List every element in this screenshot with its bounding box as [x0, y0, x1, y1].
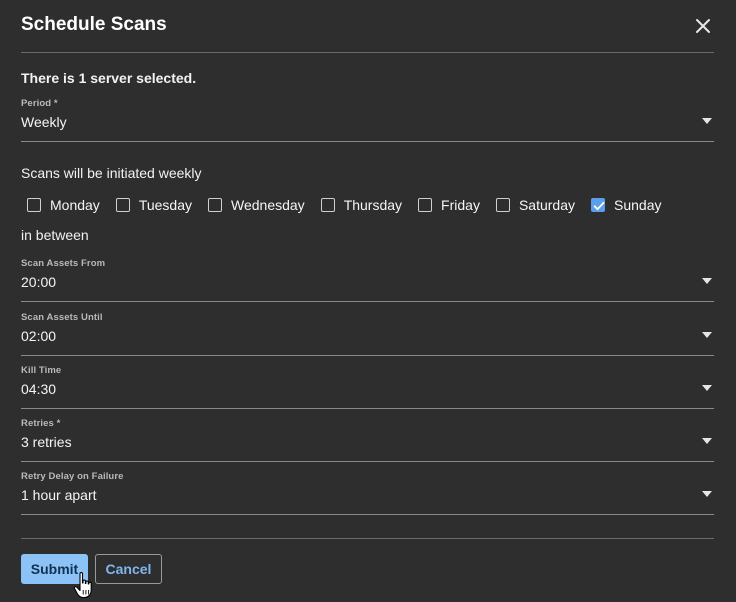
schedule-description: Scans will be initiated weekly: [21, 165, 202, 181]
retry-delay-select[interactable]: Retry Delay on Failure 1 hour apart: [21, 471, 714, 515]
retries-select[interactable]: Retries * 3 retries: [21, 418, 714, 462]
checkbox-unchecked-icon: [115, 198, 130, 212]
scan-until-underline: [21, 355, 714, 356]
kill-time-underline: [21, 408, 714, 409]
scan-until-label: Scan Assets Until: [21, 312, 103, 323]
retry-delay-label: Retry Delay on Failure: [21, 471, 124, 482]
close-button[interactable]: [692, 15, 714, 37]
caret-down-icon: [702, 332, 712, 338]
day-label: Saturday: [518, 197, 575, 213]
day-label: Wednesday: [231, 197, 305, 213]
kill-time-select[interactable]: Kill Time 04:30: [21, 365, 714, 409]
caret-down-icon: [702, 438, 712, 444]
day-checkbox-wednesday[interactable]: Wednesday: [208, 197, 305, 213]
day-checkbox-monday[interactable]: Monday: [27, 197, 100, 213]
caret-down-icon: [702, 118, 712, 124]
cancel-button[interactable]: Cancel: [95, 554, 162, 584]
caret-down-icon: [702, 385, 712, 391]
day-label: Sunday: [614, 197, 662, 213]
dialog-title: Schedule Scans: [21, 14, 167, 35]
retry-delay-underline: [21, 514, 714, 515]
day-label: Tuesday: [138, 197, 192, 213]
retries-underline: [21, 461, 714, 462]
scan-from-label: Scan Assets From: [21, 258, 106, 269]
checkbox-checked-icon: [591, 198, 605, 212]
checkbox-unchecked-icon: [418, 198, 433, 212]
scan-from-value: 20:00: [21, 274, 57, 290]
day-label: Monday: [50, 197, 100, 213]
selection-count-text: There is 1 server selected.: [21, 70, 197, 86]
retries-label: Retries *: [21, 418, 61, 429]
caret-down-icon: [702, 491, 712, 497]
day-checkbox-friday[interactable]: Friday: [418, 197, 480, 213]
checkbox-unchecked-icon: [208, 198, 222, 212]
day-checkbox-sunday[interactable]: Sunday: [591, 197, 661, 213]
close-icon: [696, 19, 710, 33]
caret-down-icon: [702, 278, 712, 284]
period-underline: [21, 141, 714, 142]
checkbox-unchecked-icon: [495, 198, 510, 212]
period-select[interactable]: Period * Weekly: [21, 98, 714, 142]
day-label: Friday: [441, 197, 480, 213]
between-text: in between: [21, 227, 89, 243]
day-checkbox-tuesday[interactable]: Tuesday: [115, 197, 192, 213]
checkbox-unchecked-icon: [27, 198, 41, 212]
checkbox-unchecked-icon: [320, 198, 335, 212]
scan-from-underline: [21, 301, 714, 302]
header-divider: [21, 52, 714, 53]
scan-until-value: 02:00: [21, 328, 57, 344]
weekday-checkboxes: Monday Tuesday Wednesday Thursday Friday…: [27, 194, 677, 216]
period-value: Weekly: [21, 114, 67, 130]
scan-until-select[interactable]: Scan Assets Until 02:00: [21, 312, 714, 356]
day-checkbox-thursday[interactable]: Thursday: [320, 197, 403, 213]
kill-time-label: Kill Time: [21, 365, 62, 376]
submit-button[interactable]: Submit: [21, 554, 88, 584]
retry-delay-value: 1 hour apart: [21, 487, 97, 503]
footer-divider: [21, 538, 714, 539]
retries-value: 3 retries: [21, 434, 72, 450]
schedule-scans-dialog: Schedule Scans There is 1 server selecte…: [0, 0, 736, 602]
day-label: Thursday: [343, 197, 403, 213]
day-checkbox-saturday[interactable]: Saturday: [495, 197, 575, 213]
scan-from-select[interactable]: Scan Assets From 20:00: [21, 258, 714, 302]
kill-time-value: 04:30: [21, 381, 57, 397]
period-label: Period *: [21, 98, 58, 109]
